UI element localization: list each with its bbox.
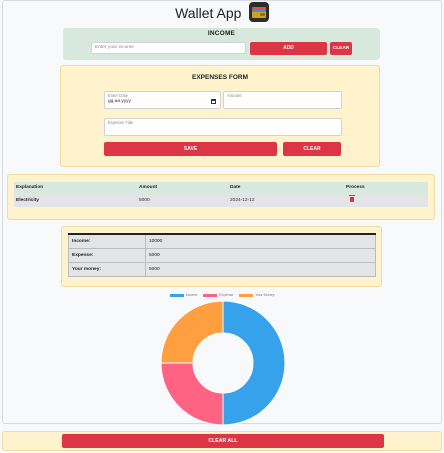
explanation-label: Expense Title [108,120,134,125]
legend-item[interactable]: Your Money [239,293,274,297]
clear-expense-button[interactable]: CLEAR [283,142,341,156]
save-expense-button[interactable]: SAVE [104,142,277,156]
money-value: 5000 [145,261,376,277]
col-date: Date [228,182,344,193]
chart-slice-income[interactable] [222,300,286,426]
chart-legend: Income Expense Your Money [0,293,444,297]
add-income-button[interactable]: ADD [250,42,327,55]
expenses-form-card: EXPENSES FORM Enter Date gg.aa.yyyy Amou… [60,65,380,167]
legend-swatch [239,293,254,297]
table-row: Electricity 5000 2024-12-12 [14,193,428,207]
legend-swatch [203,293,218,297]
date-value: gg.aa.yyyy [108,99,131,104]
date-input[interactable]: Enter Date gg.aa.yyyy [104,91,221,109]
expenses-table-card: Explanation Amount Date Process Electric… [7,174,435,220]
cell-process [344,193,428,207]
cell-explanation: Electricity [14,193,137,207]
chart-slice-expense[interactable] [160,362,224,426]
expense-label: Expense: [68,247,146,263]
app-header: Wallet App [0,2,444,24]
income-input[interactable]: Enter your income [91,42,246,54]
amount-label: Amount [227,93,242,98]
wallet-icon [248,2,269,22]
clear-income-button[interactable]: CLEAR [330,42,352,55]
legend-item[interactable]: Expense [203,293,233,297]
expenses-form-title: EXPENSES FORM [192,74,248,81]
chart-slice-your-money[interactable] [160,300,224,364]
summary-row-income: Income: 10000 [68,233,376,249]
legend-label: Expense [219,293,234,297]
col-process: Process [344,182,428,193]
date-label: Enter Date [108,93,129,98]
legend-label: Your Money [255,293,275,297]
clear-all-button[interactable]: CLEAR ALL [62,434,384,448]
expenses-table: Explanation Amount Date Process Electric… [14,182,428,207]
col-explanation: Explanation [14,182,137,193]
income-value: 10000 [145,233,376,249]
cell-amount: 5000 [137,193,228,207]
summary-row-money: Your money: 5000 [68,261,376,277]
money-label: Your money: [68,261,146,277]
trash-icon[interactable] [349,194,355,202]
summary-table: Income: 10000 Expense: 5000 Your money: … [68,233,376,277]
explanation-input[interactable]: Expense Title [104,118,342,136]
legend-item[interactable]: Income [169,293,198,297]
cell-date: 2024-12-12 [228,193,344,207]
expense-value: 5000 [145,247,376,263]
summary-row-expense: Expense: 5000 [68,247,376,263]
col-amount: Amount [137,182,228,193]
amount-input[interactable]: Amount [223,91,342,109]
bottom-card: CLEAR ALL [2,431,442,451]
income-title: INCOME [207,30,236,37]
legend-label: Income [185,293,198,297]
income-label: Income: [68,233,146,249]
calendar-icon[interactable] [211,99,216,104]
app-title: Wallet App [175,5,242,21]
income-card: INCOME Enter your income ADD CLEAR [63,28,380,60]
summary-card: Income: 10000 Expense: 5000 Your money: … [61,226,382,287]
legend-swatch [169,293,184,297]
doughnut-chart [160,300,286,426]
